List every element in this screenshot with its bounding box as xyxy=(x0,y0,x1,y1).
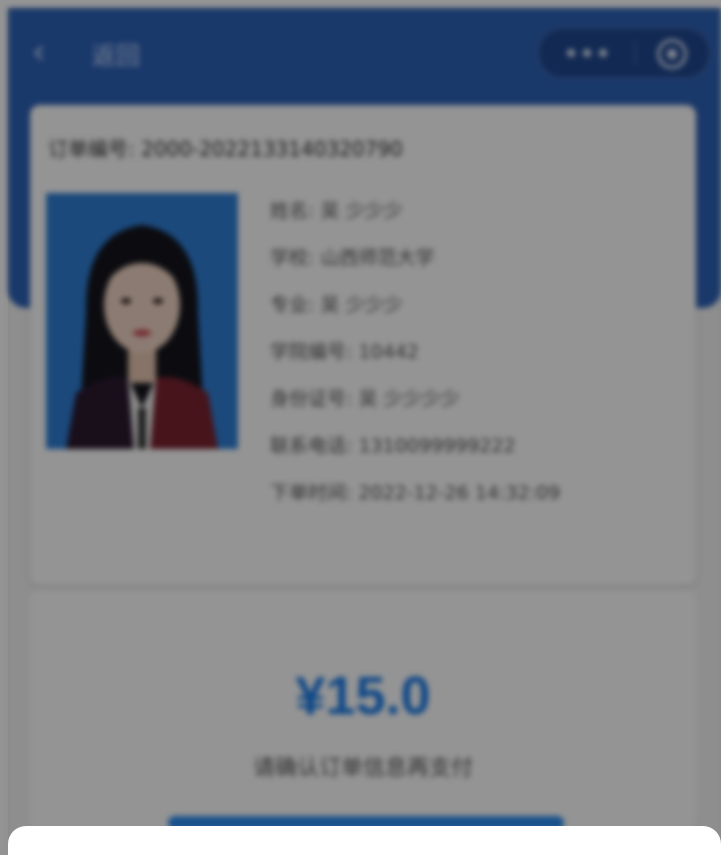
modal-overlay[interactable] xyxy=(0,0,721,855)
app-screen: ‹ 返回 订单编号: 2000-2022133140320790 姓名: 吴 少… xyxy=(0,0,721,855)
bottom-sheet[interactable] xyxy=(8,826,721,855)
